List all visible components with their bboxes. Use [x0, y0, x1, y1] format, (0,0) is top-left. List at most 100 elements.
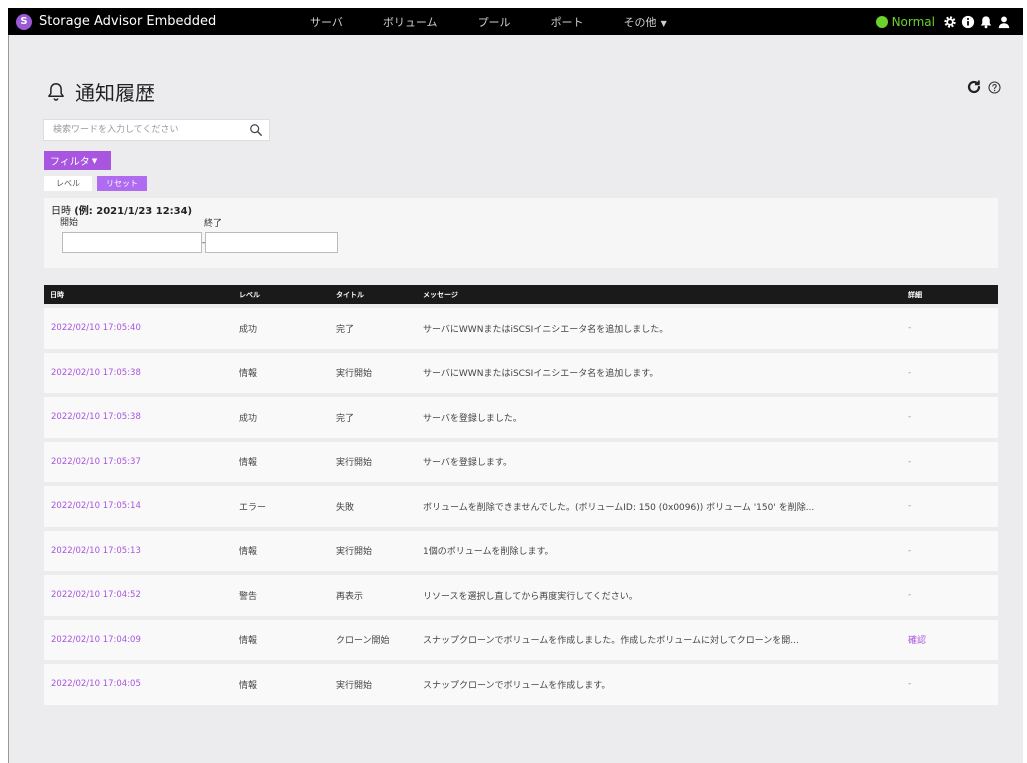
row-title: クローン開始: [336, 636, 390, 647]
row-message: サーバを登録します。: [423, 458, 513, 469]
row-level: 情報: [239, 458, 258, 469]
chevron-down-icon: ▼: [660, 18, 667, 28]
gear-icon[interactable]: [943, 15, 957, 29]
row-message: サーバにWWNまたはiSCSIイニシエータ名を追加します。: [423, 369, 659, 380]
row-date-link[interactable]: 2022/02/10 17:05:40: [44, 323, 229, 333]
row-message: サーバを登録しました。: [423, 413, 522, 424]
column-header-detail[interactable]: 詳細: [898, 290, 998, 300]
status-label: Normal: [891, 14, 935, 29]
app-logo-icon: S: [16, 13, 32, 30]
table-row: 2022/02/10 17:04:09 情報 クローン開始 スナップクローンでボ…: [44, 619, 998, 664]
page-header: 通知履歴: [45, 77, 155, 106]
row-date-link[interactable]: 2022/02/10 17:05:13: [44, 546, 229, 556]
bell-icon[interactable]: [979, 15, 993, 29]
row-date-link[interactable]: 2022/02/10 17:04:09: [44, 635, 229, 645]
row-title: 実行開始: [336, 680, 373, 691]
row-message: 1個のボリュームを削除します。: [423, 547, 554, 558]
top-navigation-bar: S Storage Advisor Embedded サーバ ボリューム プール…: [8, 8, 1023, 35]
system-status[interactable]: Normal: [875, 14, 1015, 29]
table-row: 2022/02/10 17:05:38 情報 実行開始 サーバにWWNまたはiS…: [44, 352, 998, 397]
notification-table: 日時 レベル タイトル メッセージ 詳細 2022/02/10 17:05:40…: [44, 285, 998, 709]
date-end-field[interactable]: [205, 232, 338, 253]
table-row: 2022/02/10 17:05:40 成功 完了 サーバにWWNまたはiSCS…: [44, 308, 998, 353]
table-row: 2022/02/10 17:05:13 情報 実行開始 1個のボリュームを削除し…: [44, 530, 998, 575]
brand[interactable]: S Storage Advisor Embedded: [8, 13, 273, 30]
user-icon[interactable]: [997, 15, 1011, 29]
row-message: ボリュームを削除できませんでした。(ボリュームID: 150 (0x0096))…: [423, 502, 815, 513]
table-body: 2022/02/10 17:05:40 成功 完了 サーバにWWNまたはiSCS…: [44, 304, 998, 709]
row-level: エラー: [239, 502, 267, 513]
detail-link[interactable]: 確認: [908, 636, 926, 646]
filter-button-label: フィルタ: [50, 157, 90, 168]
row-title: 完了: [336, 413, 355, 424]
table-row: 2022/02/10 17:04:52 警告 再表示 リソースを選択し直してから…: [44, 575, 998, 620]
table-row: 2022/02/10 17:05:14 エラー 失敗 ボリュームを削除できません…: [44, 486, 998, 531]
row-detail: -: [908, 456, 912, 467]
row-title: 実行開始: [336, 369, 373, 380]
column-header-level[interactable]: レベル: [229, 290, 326, 300]
main-content: 通知履歴 フィルタ▼ レベル リセット 日時 (例: 2021/1/23 12:…: [8, 35, 1023, 763]
nav-item-pools[interactable]: プール: [478, 14, 511, 30]
search-icon[interactable]: [249, 123, 263, 137]
info-icon[interactable]: [961, 15, 975, 29]
column-header-title[interactable]: タイトル: [326, 290, 413, 300]
help-icon[interactable]: [988, 80, 1001, 94]
row-level: 成功: [239, 324, 258, 335]
row-detail: -: [908, 412, 912, 423]
nav-item-servers[interactable]: サーバ: [310, 14, 343, 30]
search-input[interactable]: [44, 120, 249, 140]
refresh-icon[interactable]: [966, 79, 982, 95]
table-row: 2022/02/10 17:04:05 情報 実行開始 スナップクローンでボリュ…: [44, 664, 998, 709]
nav-item-ports[interactable]: ポート: [551, 14, 584, 30]
bell-outline-icon: [48, 82, 64, 101]
row-message: サーバにWWNまたはiSCSIイニシエータ名を追加しました。: [423, 324, 669, 335]
column-header-message[interactable]: メッセージ: [413, 290, 898, 300]
row-level: 情報: [239, 369, 258, 380]
filter-chip-level[interactable]: レベル: [44, 176, 92, 191]
app-name: Storage Advisor Embedded: [39, 14, 217, 29]
date-start-label: 開始: [60, 218, 79, 228]
row-level: 情報: [239, 680, 258, 691]
row-detail: -: [908, 545, 912, 556]
row-date-link[interactable]: 2022/02/10 17:05:37: [44, 457, 229, 467]
row-title: 実行開始: [336, 547, 373, 558]
row-detail: -: [908, 679, 912, 690]
row-detail: -: [908, 323, 912, 334]
date-filter-panel: 日時 (例: 2021/1/23 12:34) 開始 終了 -: [44, 198, 998, 268]
row-detail: 確認: [898, 633, 998, 646]
page-title: 通知履歴: [75, 81, 155, 105]
row-title: 実行開始: [336, 458, 373, 469]
table-row: 2022/02/10 17:05:37 情報 実行開始 サーバを登録します。 -: [44, 441, 998, 486]
row-level: 成功: [239, 413, 258, 424]
nav-item-volumes[interactable]: ボリューム: [383, 14, 438, 30]
row-level: 情報: [239, 547, 258, 558]
chevron-down-icon: ▼: [91, 156, 98, 165]
main-nav: サーバ ボリューム プール ポート その他 ▼: [273, 14, 876, 30]
row-date-link[interactable]: 2022/02/10 17:05:14: [44, 501, 229, 511]
row-date-link[interactable]: 2022/02/10 17:04:52: [44, 590, 229, 600]
header-actions: [966, 79, 1001, 95]
row-date-link[interactable]: 2022/02/10 17:05:38: [44, 368, 229, 378]
row-level: 警告: [239, 591, 258, 602]
filter-reset-button[interactable]: リセット: [97, 176, 147, 191]
date-end-label: 終了: [204, 219, 223, 229]
row-title: 再表示: [336, 591, 364, 602]
status-indicator-icon: [875, 15, 888, 28]
nav-item-other-label: その他: [623, 15, 657, 29]
row-message: スナップクローンでボリュームを作成しました。作成したボリュームに対してクローンを…: [423, 636, 799, 647]
row-detail: -: [908, 590, 912, 601]
nav-item-other[interactable]: その他 ▼: [624, 14, 667, 30]
row-detail: -: [908, 367, 912, 378]
table-row: 2022/02/10 17:05:38 成功 完了 サーバを登録しました。 -: [44, 397, 998, 442]
column-header-date[interactable]: 日時: [44, 290, 229, 300]
table-header: 日時 レベル タイトル メッセージ 詳細: [44, 285, 998, 304]
search-box: [43, 119, 270, 141]
filter-button[interactable]: フィルタ ▼: [44, 151, 111, 170]
row-date-link[interactable]: 2022/02/10 17:04:05: [44, 679, 229, 689]
row-date-link[interactable]: 2022/02/10 17:05:38: [44, 412, 229, 422]
date-start-field[interactable]: [62, 232, 202, 253]
row-title: 完了: [336, 324, 355, 335]
row-message: リソースを選択し直してから再度実行してください。: [423, 591, 638, 602]
row-message: スナップクローンでボリュームを作成します。: [423, 680, 611, 691]
row-level: 情報: [239, 636, 258, 647]
